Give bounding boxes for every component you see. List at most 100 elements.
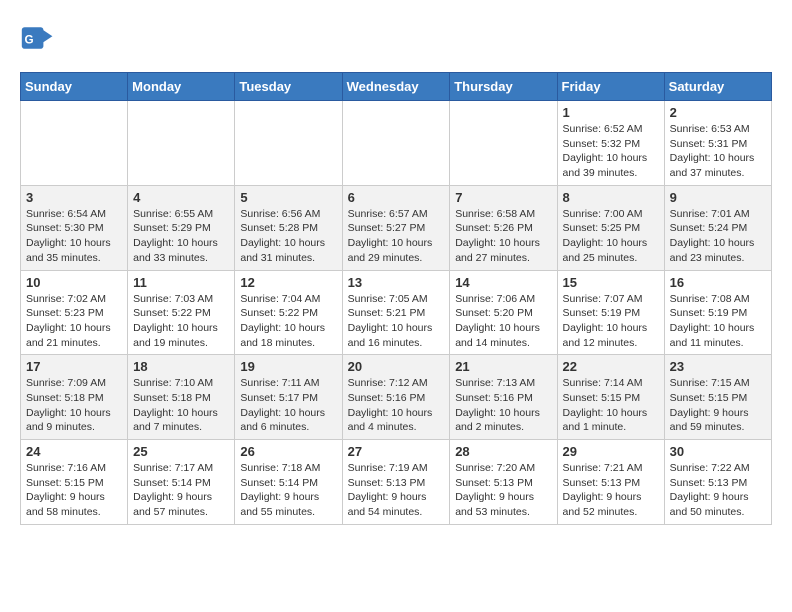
header-friday: Friday (557, 73, 664, 101)
calendar-cell: 9 Sunrise: 7:01 AM Sunset: 5:24 PM Daylig… (664, 185, 771, 270)
day-info: Sunrise: 7:15 AM Sunset: 5:15 PM Dayligh… (670, 376, 766, 435)
day-number: 16 (670, 275, 766, 290)
calendar-cell: 25 Sunrise: 7:17 AM Sunset: 5:14 PM Dayli… (128, 440, 235, 525)
calendar-cell: 11Sunrise: 7:03 AM Sunset: 5:22 PM Dayli… (128, 270, 235, 355)
day-info: Sunrise: 7:11 AM Sunset: 5:17 PM Dayligh… (240, 376, 336, 435)
calendar-cell: 3 Sunrise: 6:54 AM Sunset: 5:30 PM Daylig… (21, 185, 128, 270)
calendar-cell: 29 Sunrise: 7:21 AM Sunset: 5:13 PM Dayli… (557, 440, 664, 525)
calendar-header: SundayMondayTuesdayWednesdayThursdayFrid… (21, 73, 772, 101)
header-wednesday: Wednesday (342, 73, 450, 101)
day-info: Sunrise: 7:22 AM Sunset: 5:13 PM Dayligh… (670, 461, 766, 520)
header-thursday: Thursday (450, 73, 557, 101)
day-number: 8 (563, 190, 659, 205)
calendar-cell: 27 Sunrise: 7:19 AM Sunset: 5:13 PM Dayli… (342, 440, 450, 525)
header-row: SundayMondayTuesdayWednesdayThursdayFrid… (21, 73, 772, 101)
calendar-cell: 24 Sunrise: 7:16 AM Sunset: 5:15 PM Dayli… (21, 440, 128, 525)
calendar-cell: 20Sunrise: 7:12 AM Sunset: 5:16 PM Dayli… (342, 355, 450, 440)
calendar-cell: 18 Sunrise: 7:10 AM Sunset: 5:18 PM Dayli… (128, 355, 235, 440)
day-info: Sunrise: 6:58 AM Sunset: 5:26 PM Dayligh… (455, 207, 551, 266)
day-info: Sunrise: 7:07 AM Sunset: 5:19 PM Dayligh… (563, 292, 659, 351)
day-number: 2 (670, 105, 766, 120)
day-number: 10 (26, 275, 122, 290)
day-number: 21 (455, 359, 551, 374)
week-row-3: 10 Sunrise: 7:02 AM Sunset: 5:23 PM Dayli… (21, 270, 772, 355)
calendar-cell: 16 Sunrise: 7:08 AM Sunset: 5:19 PM Dayli… (664, 270, 771, 355)
day-info: Sunrise: 7:13 AM Sunset: 5:16 PM Dayligh… (455, 376, 551, 435)
day-number: 3 (26, 190, 122, 205)
day-info: Sunrise: 7:17 AM Sunset: 5:14 PM Dayligh… (133, 461, 229, 520)
calendar-cell: 7Sunrise: 6:58 AM Sunset: 5:26 PM Daylig… (450, 185, 557, 270)
header-saturday: Saturday (664, 73, 771, 101)
week-row-4: 17 Sunrise: 7:09 AM Sunset: 5:18 PM Dayli… (21, 355, 772, 440)
calendar-cell: 17 Sunrise: 7:09 AM Sunset: 5:18 PM Dayli… (21, 355, 128, 440)
day-number: 5 (240, 190, 336, 205)
day-number: 12 (240, 275, 336, 290)
calendar-cell (21, 101, 128, 186)
day-info: Sunrise: 6:57 AM Sunset: 5:27 PM Dayligh… (348, 207, 445, 266)
calendar-cell: 26 Sunrise: 7:18 AM Sunset: 5:14 PM Dayli… (235, 440, 342, 525)
calendar-cell: 15 Sunrise: 7:07 AM Sunset: 5:19 PM Dayli… (557, 270, 664, 355)
day-number: 29 (563, 444, 659, 459)
day-number: 25 (133, 444, 229, 459)
day-info: Sunrise: 7:04 AM Sunset: 5:22 PM Dayligh… (240, 292, 336, 351)
calendar-cell: 8 Sunrise: 7:00 AM Sunset: 5:25 PM Daylig… (557, 185, 664, 270)
header-monday: Monday (128, 73, 235, 101)
calendar-cell (128, 101, 235, 186)
day-info: Sunrise: 7:06 AM Sunset: 5:20 PM Dayligh… (455, 292, 551, 351)
calendar-body: 1 Sunrise: 6:52 AM Sunset: 5:32 PM Daylig… (21, 101, 772, 525)
day-number: 24 (26, 444, 122, 459)
day-number: 17 (26, 359, 122, 374)
calendar-cell: 6Sunrise: 6:57 AM Sunset: 5:27 PM Daylig… (342, 185, 450, 270)
calendar-cell: 22 Sunrise: 7:14 AM Sunset: 5:15 PM Dayli… (557, 355, 664, 440)
day-info: Sunrise: 7:21 AM Sunset: 5:13 PM Dayligh… (563, 461, 659, 520)
calendar-cell (342, 101, 450, 186)
calendar-cell (450, 101, 557, 186)
calendar-cell: 5 Sunrise: 6:56 AM Sunset: 5:28 PM Daylig… (235, 185, 342, 270)
calendar-cell: 2 Sunrise: 6:53 AM Sunset: 5:31 PM Daylig… (664, 101, 771, 186)
day-info: Sunrise: 7:20 AM Sunset: 5:13 PM Dayligh… (455, 461, 551, 520)
day-info: Sunrise: 7:12 AM Sunset: 5:16 PM Dayligh… (348, 376, 445, 435)
calendar-cell: 13Sunrise: 7:05 AM Sunset: 5:21 PM Dayli… (342, 270, 450, 355)
day-info: Sunrise: 7:14 AM Sunset: 5:15 PM Dayligh… (563, 376, 659, 435)
day-info: Sunrise: 6:53 AM Sunset: 5:31 PM Dayligh… (670, 122, 766, 181)
calendar-cell: 21 Sunrise: 7:13 AM Sunset: 5:16 PM Dayli… (450, 355, 557, 440)
calendar-cell (235, 101, 342, 186)
calendar-cell: 19 Sunrise: 7:11 AM Sunset: 5:17 PM Dayli… (235, 355, 342, 440)
header-sunday: Sunday (21, 73, 128, 101)
calendar-cell: 23Sunrise: 7:15 AM Sunset: 5:15 PM Dayli… (664, 355, 771, 440)
day-number: 18 (133, 359, 229, 374)
week-row-1: 1 Sunrise: 6:52 AM Sunset: 5:32 PM Daylig… (21, 101, 772, 186)
day-info: Sunrise: 6:56 AM Sunset: 5:28 PM Dayligh… (240, 207, 336, 266)
day-info: Sunrise: 6:52 AM Sunset: 5:32 PM Dayligh… (563, 122, 659, 181)
calendar-cell: 28 Sunrise: 7:20 AM Sunset: 5:13 PM Dayli… (450, 440, 557, 525)
calendar-cell: 10 Sunrise: 7:02 AM Sunset: 5:23 PM Dayli… (21, 270, 128, 355)
calendar-table: SundayMondayTuesdayWednesdayThursdayFrid… (20, 72, 772, 525)
day-number: 9 (670, 190, 766, 205)
day-info: Sunrise: 7:02 AM Sunset: 5:23 PM Dayligh… (26, 292, 122, 351)
day-info: Sunrise: 7:09 AM Sunset: 5:18 PM Dayligh… (26, 376, 122, 435)
day-info: Sunrise: 7:05 AM Sunset: 5:21 PM Dayligh… (348, 292, 445, 351)
day-info: Sunrise: 7:01 AM Sunset: 5:24 PM Dayligh… (670, 207, 766, 266)
calendar-cell: 4Sunrise: 6:55 AM Sunset: 5:29 PM Daylig… (128, 185, 235, 270)
page-header: G (20, 20, 772, 56)
day-number: 26 (240, 444, 336, 459)
day-number: 22 (563, 359, 659, 374)
week-row-2: 3 Sunrise: 6:54 AM Sunset: 5:30 PM Daylig… (21, 185, 772, 270)
day-number: 11 (133, 275, 229, 290)
day-info: Sunrise: 6:55 AM Sunset: 5:29 PM Dayligh… (133, 207, 229, 266)
day-info: Sunrise: 6:54 AM Sunset: 5:30 PM Dayligh… (26, 207, 122, 266)
day-number: 28 (455, 444, 551, 459)
day-number: 19 (240, 359, 336, 374)
day-info: Sunrise: 7:08 AM Sunset: 5:19 PM Dayligh… (670, 292, 766, 351)
calendar-cell: 12 Sunrise: 7:04 AM Sunset: 5:22 PM Dayli… (235, 270, 342, 355)
day-number: 1 (563, 105, 659, 120)
calendar-cell: 14Sunrise: 7:06 AM Sunset: 5:20 PM Dayli… (450, 270, 557, 355)
header-tuesday: Tuesday (235, 73, 342, 101)
day-number: 15 (563, 275, 659, 290)
day-info: Sunrise: 7:16 AM Sunset: 5:15 PM Dayligh… (26, 461, 122, 520)
day-info: Sunrise: 7:19 AM Sunset: 5:13 PM Dayligh… (348, 461, 445, 520)
day-info: Sunrise: 7:18 AM Sunset: 5:14 PM Dayligh… (240, 461, 336, 520)
day-info: Sunrise: 7:00 AM Sunset: 5:25 PM Dayligh… (563, 207, 659, 266)
day-number: 27 (348, 444, 445, 459)
day-info: Sunrise: 7:10 AM Sunset: 5:18 PM Dayligh… (133, 376, 229, 435)
